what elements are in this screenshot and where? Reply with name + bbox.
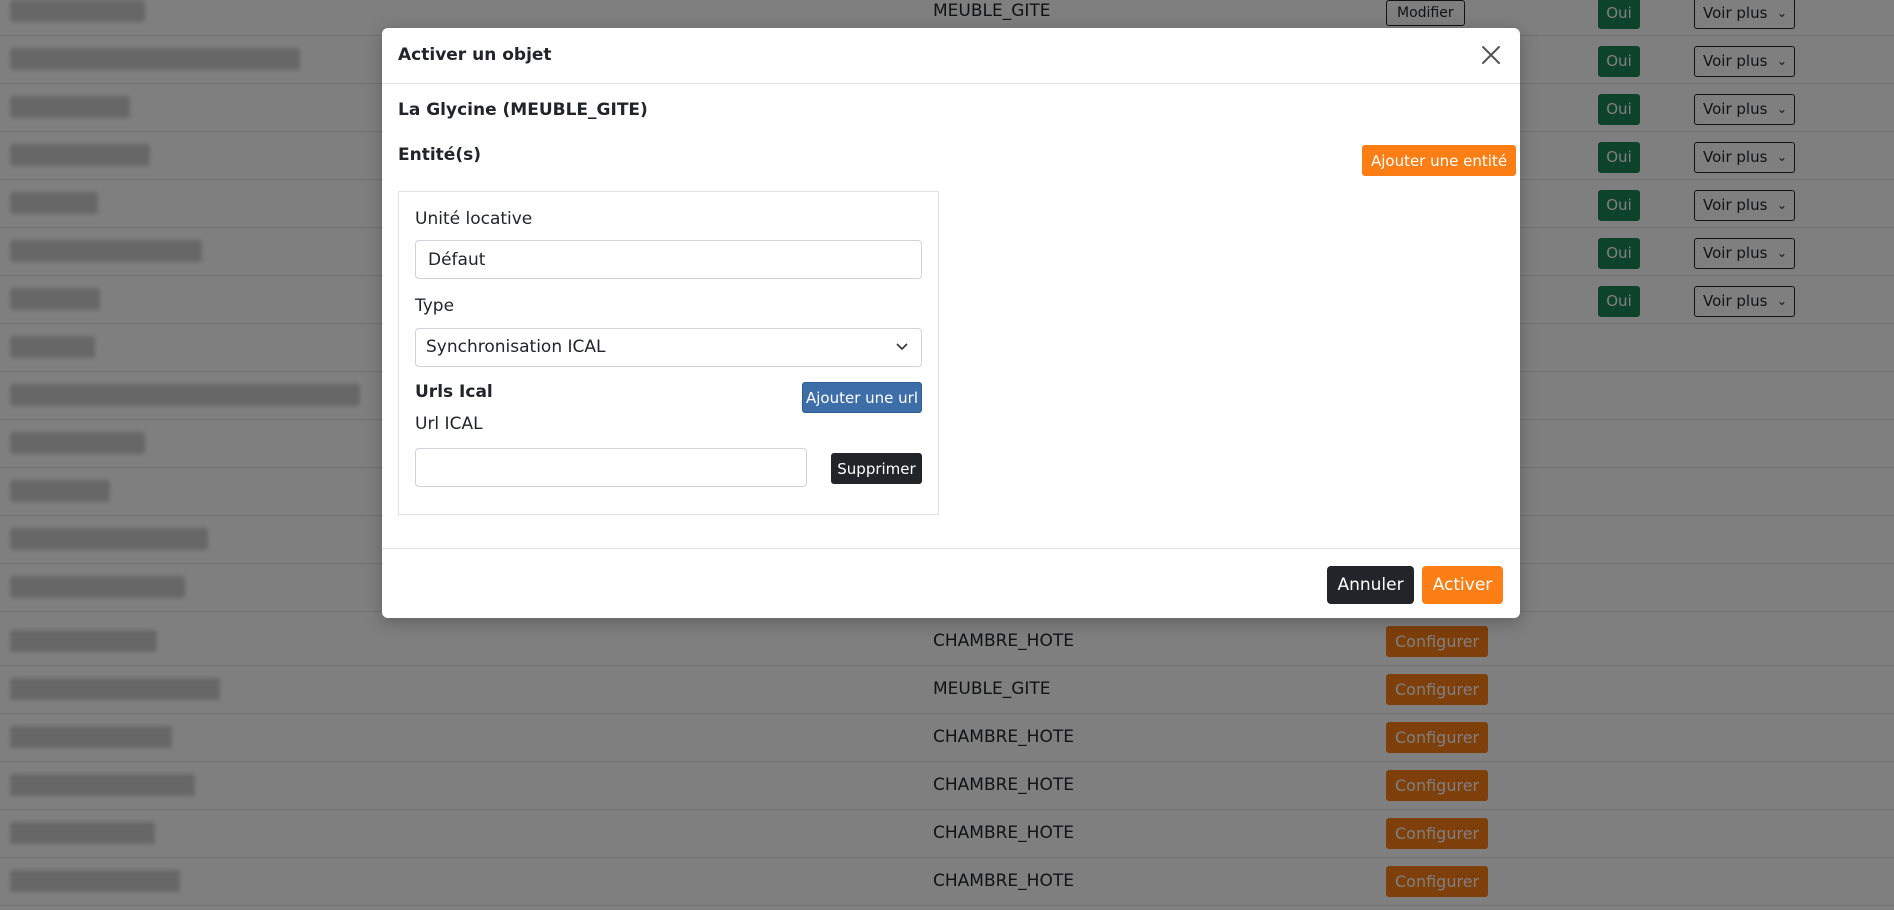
close-icon <box>1482 46 1500 64</box>
entity-card: Unité locative Type Synchronisation ICAL… <box>398 191 939 515</box>
entities-title: Entité(s) <box>398 145 481 165</box>
urls-ical-title: Urls Ical <box>415 382 493 402</box>
modal-footer: Annuler Activer <box>382 548 1520 618</box>
delete-url-button[interactable]: Supprimer <box>831 453 922 484</box>
type-label: Type <box>415 296 455 316</box>
unit-label: Unité locative <box>415 209 533 229</box>
add-entity-button[interactable]: Ajouter une entité <box>1362 145 1517 176</box>
url-ical-label: Url ICAL <box>415 414 483 434</box>
close-button[interactable] <box>1478 42 1504 68</box>
url-ical-input[interactable] <box>415 448 807 487</box>
add-url-button[interactable]: Ajouter une url <box>802 382 922 413</box>
cancel-button[interactable]: Annuler <box>1327 566 1414 604</box>
unit-input[interactable] <box>415 240 922 279</box>
activate-object-modal: Activer un objet La Glycine (MEUBLE_GITE… <box>382 28 1520 618</box>
type-select[interactable]: Synchronisation ICAL <box>415 328 922 367</box>
chevron-down-icon <box>895 329 909 380</box>
type-select-value: Synchronisation ICAL <box>426 337 606 357</box>
modal-header: Activer un objet <box>382 28 1520 84</box>
modal-title: Activer un objet <box>398 45 552 65</box>
activate-button[interactable]: Activer <box>1422 566 1503 604</box>
object-title: La Glycine (MEUBLE_GITE) <box>398 100 648 120</box>
